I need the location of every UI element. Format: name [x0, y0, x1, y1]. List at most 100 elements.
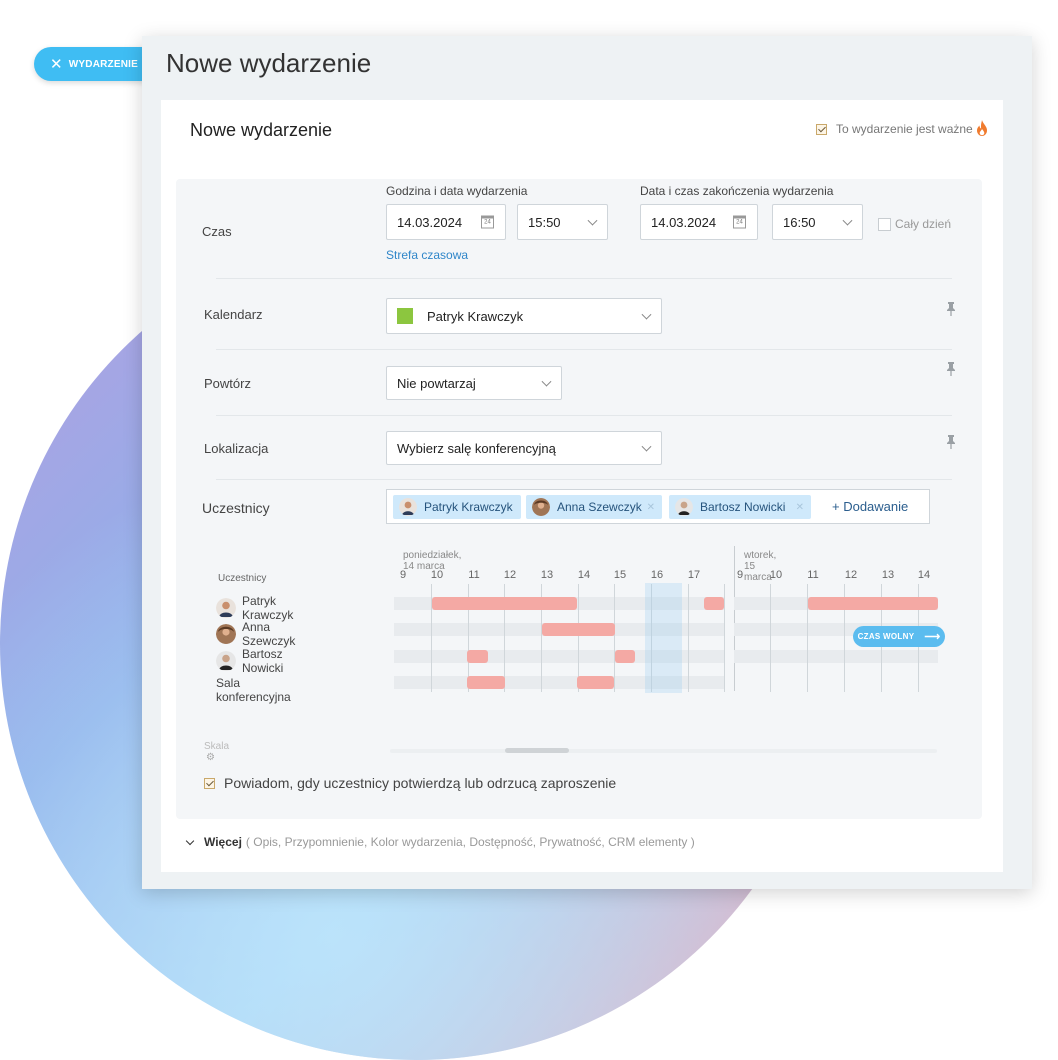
time-label: Czas	[202, 224, 232, 239]
avatar	[675, 498, 693, 516]
free-time-button[interactable]: CZAS WOLNY ⟶	[853, 626, 945, 647]
hour-label: 11	[807, 569, 819, 581]
hour-label: 16	[650, 569, 664, 581]
calendar-select[interactable]: Patryk Krawczyk	[386, 298, 662, 334]
remove-icon[interactable]: ✕	[796, 502, 804, 513]
window-title: Nowe wydarzenie	[166, 48, 372, 78]
notify-label: Powiadom, gdy uczestnicy potwierdzą lub …	[224, 775, 617, 791]
repeat-label: Powtórz	[204, 376, 251, 391]
busy-block	[467, 650, 488, 663]
participant-name: Anna Szewczyk	[557, 500, 642, 514]
chevron-down-icon	[587, 215, 598, 226]
divider	[216, 349, 952, 350]
end-date-input[interactable]: 14.03.2024 24	[640, 204, 758, 240]
slider-tab-label: WYDARZENIE	[68, 58, 139, 70]
important-checkbox[interactable]	[816, 123, 827, 135]
notify-checkbox[interactable]	[204, 777, 215, 789]
divider	[216, 278, 952, 279]
calendar-icon: 24	[733, 215, 746, 229]
hour-label: 12	[503, 569, 517, 581]
busy-block	[808, 597, 938, 610]
participant-chip[interactable]: Bartosz Nowicki ✕	[669, 495, 811, 519]
timezone-link[interactable]: Strefa czasowa	[386, 248, 468, 262]
hour-label: 17	[687, 569, 701, 581]
timeline-scrollbar[interactable]	[390, 749, 937, 753]
form-title: Nowe wydarzenie	[190, 120, 333, 140]
day-separator	[734, 546, 735, 691]
fire-icon	[977, 120, 987, 136]
end-heading: Data i czas zakończenia wydarzenia	[640, 184, 834, 198]
timeline-row-label: Bartosz Nowicki	[216, 647, 283, 675]
avatar	[216, 651, 236, 671]
more-label: Więcej	[204, 835, 242, 849]
start-time-select[interactable]: 15:50	[517, 204, 608, 240]
free-time-label: CZAS WOLNY	[857, 632, 915, 641]
rows-header: Uczestnicy	[218, 573, 267, 584]
event-window: Nowe wydarzenie Nowe wydarzenie To wydar…	[142, 36, 1032, 889]
participant-name: Bartosz Nowicki	[700, 500, 786, 514]
hour-label: 13	[540, 569, 554, 581]
participant-chip[interactable]: Patryk Krawczyk	[393, 495, 521, 519]
participants-field[interactable]: Patryk Krawczyk Anna Szewczyk ✕ Bartosz …	[386, 489, 930, 524]
row-name: Bartosz Nowicki	[242, 647, 284, 675]
avatar	[532, 498, 550, 516]
hour-label: 9	[736, 569, 744, 581]
end-time-select[interactable]: 16:50	[772, 204, 863, 240]
divider	[216, 415, 952, 416]
hour-gridline	[770, 584, 771, 692]
hour-label: 14	[577, 569, 591, 581]
scale-control[interactable]: Skala ⚙	[204, 741, 229, 763]
location-select[interactable]: Wybierz salę konferencyjną	[386, 431, 662, 465]
end-time-value: 16:50	[783, 214, 816, 230]
pin-icon[interactable]	[947, 302, 955, 316]
hour-label: 15	[613, 569, 627, 581]
busy-block	[432, 597, 577, 610]
event-form-card: Nowe wydarzenie To wydarzenie jest ważne…	[161, 100, 1003, 872]
repeat-select[interactable]: Nie powtarzaj	[386, 366, 562, 400]
participants-label: Uczestnicy	[202, 500, 270, 516]
participant-name: Patryk Krawczyk	[424, 500, 513, 514]
pin-icon[interactable]	[947, 435, 955, 449]
hour-label: 12	[844, 569, 858, 581]
location-label: Lokalizacja	[204, 441, 269, 456]
pin-icon[interactable]	[947, 362, 955, 376]
all-day-checkbox[interactable]	[878, 217, 891, 231]
start-date-input[interactable]: 14.03.2024 24	[386, 204, 506, 240]
hour-label: 11	[468, 569, 480, 581]
remove-icon[interactable]: ✕	[647, 502, 655, 513]
participant-chip[interactable]: Anna Szewczyk ✕	[526, 495, 662, 519]
timeline-row-label: Sala konferencyjna	[216, 676, 291, 704]
add-participant-button[interactable]: + Dodawanie	[832, 499, 908, 514]
form-area: Czas Godzina i data wydarzenia 14.03.202…	[176, 179, 982, 819]
busy-block	[704, 597, 724, 610]
avatar	[216, 624, 236, 644]
repeat-value: Nie powtarzaj	[397, 375, 476, 391]
busy-block	[467, 676, 505, 689]
all-day-toggle[interactable]: Cały dzień	[878, 217, 951, 231]
timeline-row-label: Anna Szewczyk	[216, 620, 295, 648]
calendar-color-swatch	[397, 308, 413, 324]
chevron-down-icon	[641, 309, 652, 320]
hour-label: 14	[917, 569, 931, 581]
selected-event-range[interactable]	[645, 583, 682, 693]
avatar	[216, 598, 236, 618]
important-label: To wydarzenie jest ważne	[836, 122, 973, 136]
row-name: Patryk Krawczyk	[242, 594, 294, 622]
chevron-down-icon	[641, 441, 652, 452]
all-day-label: Cały dzień	[895, 217, 952, 231]
timeline-row-label: Patryk Krawczyk	[216, 594, 293, 622]
calendar-icon: 24	[481, 215, 494, 229]
arrow-right-icon: ⟶	[924, 631, 941, 643]
chevron-down-icon	[185, 836, 195, 845]
avatar	[399, 498, 417, 516]
hour-gridline	[688, 584, 689, 692]
important-toggle[interactable]: To wydarzenie jest ważne	[816, 122, 973, 136]
chevron-down-icon	[842, 215, 853, 226]
hour-label: 9	[399, 569, 407, 581]
end-date-value: 14.03.2024	[651, 214, 717, 230]
notify-toggle[interactable]: Powiadom, gdy uczestnicy potwierdzą lub …	[204, 775, 616, 791]
more-section-toggle[interactable]: Więcej ( Opis, Przypomnienie, Kolor wyda…	[185, 835, 695, 849]
divider	[216, 479, 952, 480]
scrollbar-thumb[interactable]	[505, 748, 569, 753]
row-name: Anna Szewczyk	[242, 620, 296, 648]
